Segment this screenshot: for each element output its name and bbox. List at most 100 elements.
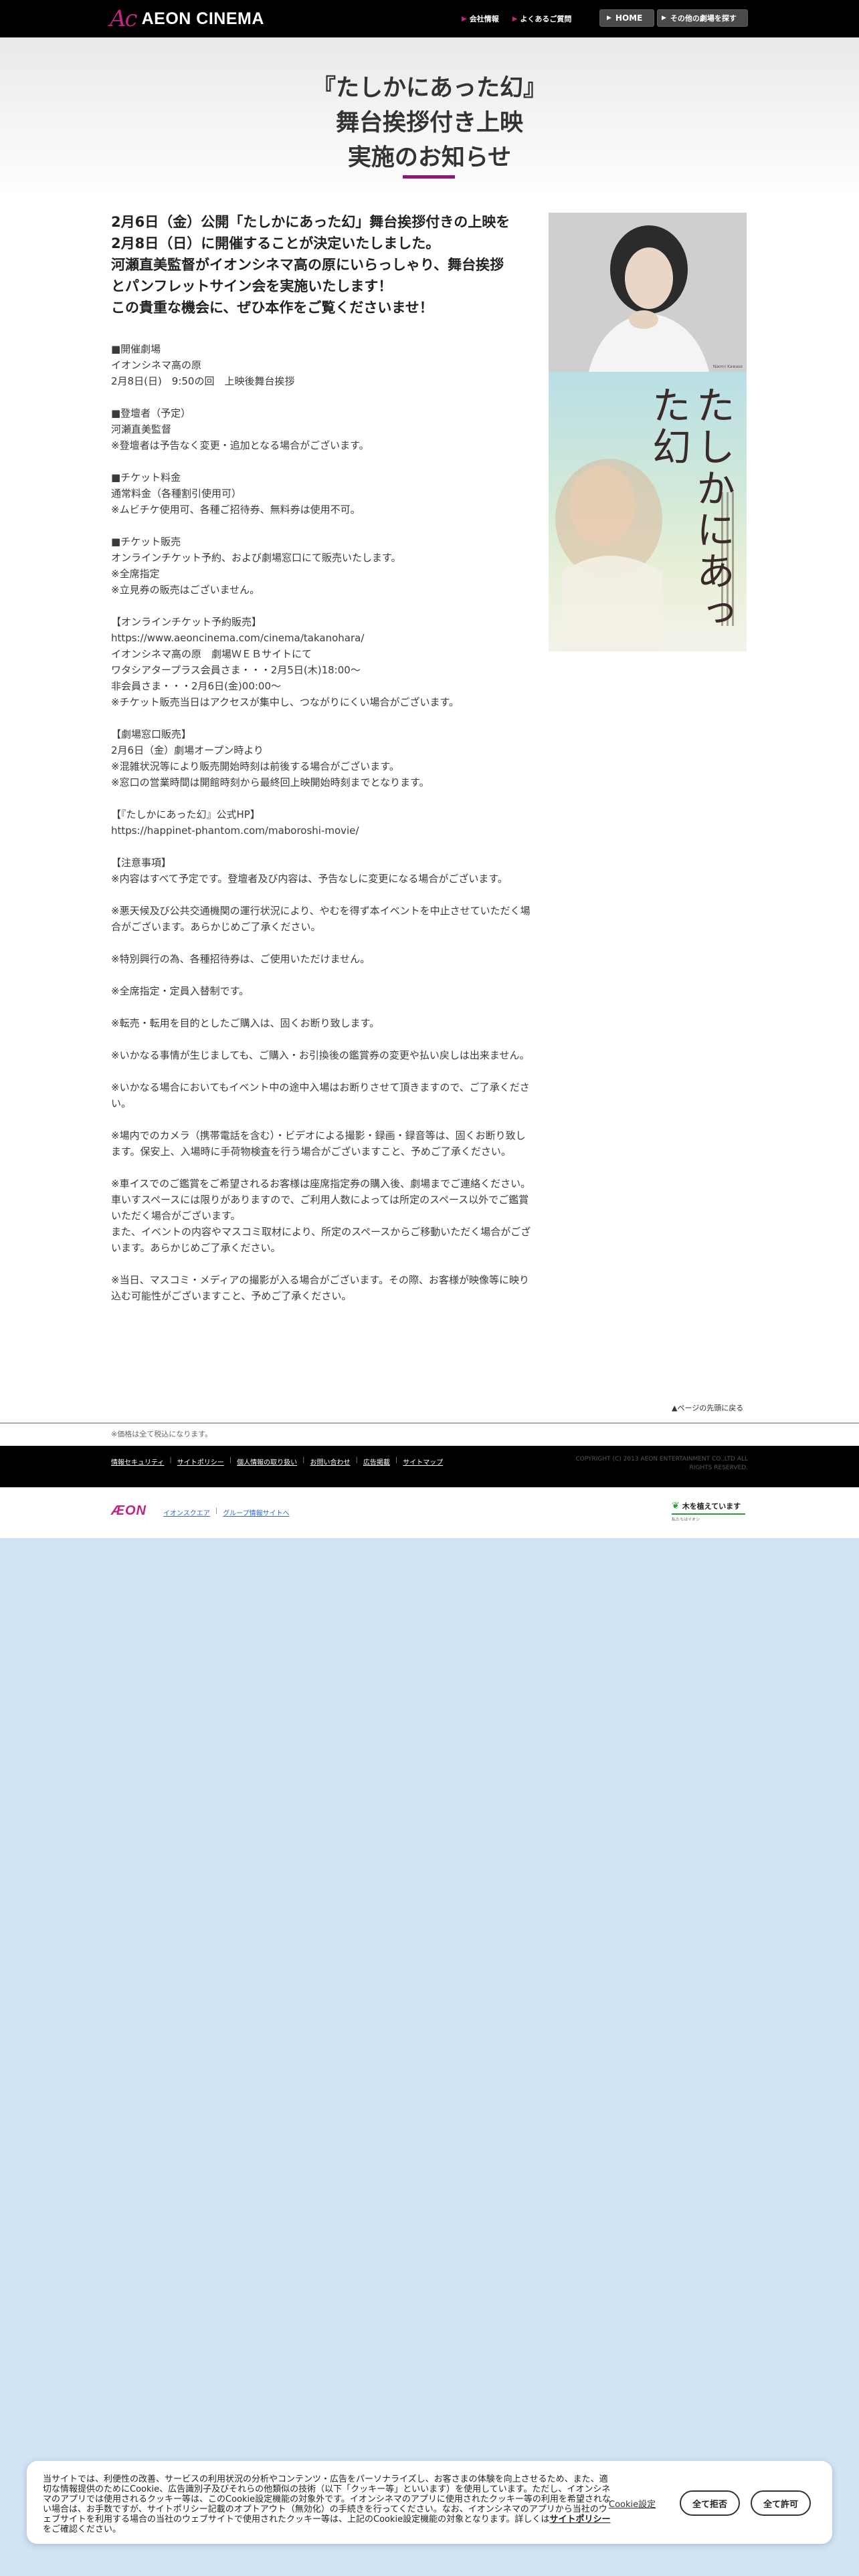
lead-text: 2月6日（金）公開「たしかにあった幻」舞台挨拶付きの上映を 2月8日（日）に開催… bbox=[111, 211, 533, 318]
detail-line: イオンシネマ高の原 bbox=[111, 359, 202, 371]
footer-link[interactable]: サイトポリシー bbox=[177, 1457, 224, 1467]
footer-link[interactable]: 情報セキュリティ bbox=[111, 1457, 164, 1467]
detail-line bbox=[111, 389, 533, 405]
poster-title: たしかにあった幻 bbox=[646, 385, 735, 634]
detail-line: オンラインチケット予約、および劇場窓口にて販売いたします。 bbox=[111, 552, 401, 564]
detail-line: ※窓口の営業時間は開館時刻から最終回上映開始時刻までとなります。 bbox=[111, 776, 430, 788]
badge-subtext: 私たちはイオン bbox=[672, 1517, 700, 1522]
back-to-top-link[interactable]: ▲ページの先頭に戻る bbox=[672, 1402, 743, 1413]
detail-line: 2月8日(日) 9:50の回 上映後舞台挨拶 bbox=[111, 375, 295, 387]
group-info-link[interactable]: グループ情報サイトへ bbox=[223, 1507, 289, 1517]
detail-line: 【オンラインチケット予約販売】 bbox=[111, 616, 262, 628]
detail-line: 2月6日（金）劇場オープン時より bbox=[111, 744, 264, 756]
cookie-message-end: をご確認ください。 bbox=[43, 2525, 122, 2535]
notice-item: ※悪天候及び公共交通機関の運行状況により、やむを得ず本イベントを中止させていただ… bbox=[111, 905, 531, 933]
notice-item: ※車イスでのご鑑賞をご希望されるお客様は座席指定券の購入後、劇場までご連絡くださ… bbox=[111, 1178, 531, 1254]
reject-all-button[interactable]: 全て拒否 bbox=[680, 2490, 740, 2516]
lead-line: この貴重な機会に、ぜひ本作をご覧くださいませ！ bbox=[111, 300, 434, 316]
aeon-cinema-logo[interactable]: Ac AEON CINEMA bbox=[110, 5, 264, 32]
cookie-settings-link[interactable]: Cookie設定 bbox=[609, 2497, 656, 2510]
play-icon: ▶ bbox=[607, 15, 611, 21]
detail-line bbox=[111, 790, 533, 807]
detail-line: ■登壇者（予定） bbox=[111, 407, 191, 419]
detail-line: 非会員さま・・・2月6日(金)00:00〜 bbox=[111, 680, 282, 692]
detail-line bbox=[111, 518, 533, 534]
cookie-text: 当サイトでは、利便性の改善、サービスの利用状況の分析やコンテンツ・広告をパーソナ… bbox=[43, 2474, 615, 2535]
detail-line[interactable]: https://www.aeoncinema.com/cinema/takano… bbox=[111, 630, 533, 646]
title-line: 実施のお知らせ bbox=[347, 144, 512, 171]
badge-underline bbox=[672, 1513, 745, 1515]
detail-line: ■チケット料金 bbox=[111, 471, 181, 484]
title-line: 『たしかにあった幻』 bbox=[312, 75, 547, 102]
detail-line: 【『たしかにあった幻』公式HP】 bbox=[111, 809, 260, 821]
separator: | bbox=[302, 1457, 305, 1464]
movie-poster: たしかにあった幻 bbox=[549, 372, 747, 651]
price-note: ※価格は全て税込になります。 bbox=[111, 1430, 213, 1438]
detail-line: ※ムビチケ使用可、各種ご招待券、無料券は使用不可。 bbox=[111, 504, 361, 516]
logo-mark: Ac bbox=[110, 5, 138, 32]
detail-line: 【注意事項】 bbox=[111, 857, 172, 869]
aeon-links: イオンスクエア | グループ情報サイトへ bbox=[163, 1507, 290, 1517]
triangle-icon: ▶ bbox=[462, 15, 467, 23]
notice-item: ※いかなる事情が生じましても、ご購入・お引換後の鑑賞券の変更や払い戻しは出来ませ… bbox=[111, 1049, 530, 1061]
divider bbox=[0, 1422, 859, 1424]
badge-text: 木を植えています bbox=[682, 1502, 741, 1511]
site-policy-link[interactable]: サイトポリシー bbox=[549, 2514, 610, 2525]
cookie-banner: 当サイトでは、利便性の改善、サービスの利用状況の分析やコンテンツ・広告をパーソナ… bbox=[27, 2461, 832, 2544]
separator: | bbox=[215, 1507, 218, 1515]
detail-line bbox=[111, 598, 533, 614]
footer-link[interactable]: サイトマップ bbox=[403, 1457, 443, 1467]
footer-link[interactable]: 広告掲載 bbox=[363, 1457, 390, 1467]
accept-all-button[interactable]: 全て許可 bbox=[751, 2490, 811, 2516]
lead-line: 2月8日（日）に開催することが決定いたしました。 bbox=[111, 235, 440, 251]
footer-link[interactable]: お問い合わせ bbox=[310, 1457, 351, 1467]
detail-line bbox=[111, 710, 533, 726]
footer-links: 情報セキュリティ | サイトポリシー | 個人情報の取り扱い | お問い合わせ | 広告… bbox=[111, 1457, 443, 1467]
tree-planting-badge[interactable]: ❦ 木を植えています 私たちはイオン bbox=[672, 1501, 748, 1523]
notice-item: ※場内でのカメラ（携帯電話を含む）・ビデオによる撮影・録画・録音等は、固くお断り… bbox=[111, 1130, 526, 1158]
company-info-label: 会社情報 bbox=[469, 15, 499, 23]
faq-link[interactable]: ▶ よくあるご質問 bbox=[512, 13, 572, 24]
notice-item: ※転売・転用を目的としたご購入は、固くお断り致します。 bbox=[111, 1017, 380, 1029]
detail-line: ■開催劇場 bbox=[111, 343, 161, 355]
leaf-icon: ❦ bbox=[672, 1501, 680, 1511]
home-button[interactable]: ▶ HOME bbox=[599, 9, 654, 27]
detail-line: ※登壇者は予告なく変更・追加となる場合がございます。 bbox=[111, 439, 369, 451]
separator: | bbox=[395, 1457, 398, 1464]
company-info-link[interactable]: ▶ 会社情報 bbox=[462, 13, 499, 24]
director-photo: Naomi Kawase bbox=[549, 213, 747, 372]
lead-line: 河瀬直美監督がイオンシネマ高の原にいらっしゃり、舞台挨拶 bbox=[111, 257, 504, 273]
other-theaters-button[interactable]: ▶ その他の劇場を探す bbox=[657, 9, 748, 27]
lead-line: とパンフレットサイン会を実施いたします！ bbox=[111, 278, 393, 294]
logo-text: AEON CINEMA bbox=[141, 9, 264, 28]
notice-item: ※内容はすべて予定です。登壇者及び内容は、予告なしに変更になる場合がございます。 bbox=[111, 873, 508, 885]
cookie-message: 当サイトでは、利便性の改善、サービスの利用状況の分析やコンテンツ・広告をパーソナ… bbox=[43, 2474, 611, 2525]
detail-line: ※チケット販売当日はアクセスが集中し、つながりにくい場合がございます。 bbox=[111, 696, 460, 708]
detail-line[interactable]: https://happinet-phantom.com/maboroshi-m… bbox=[111, 823, 533, 839]
footer-link[interactable]: 個人情報の取り扱い bbox=[237, 1457, 297, 1467]
top-links: ▶ 会社情報 ▶ よくあるご質問 bbox=[462, 13, 571, 24]
faq-label: よくあるご質問 bbox=[520, 15, 572, 23]
detail-line: 河瀬直美監督 bbox=[111, 423, 172, 435]
home-label: HOME bbox=[615, 13, 643, 23]
copyright: COPYRIGHT (C) 2013 AEON ENTERTAINMENT CO… bbox=[575, 1456, 748, 1471]
aeon-logo[interactable]: ÆON bbox=[111, 1503, 147, 1519]
notice-item: ※当日、マスコミ・メディアの撮影が入る場合がございます。その際、お客様が映像等に… bbox=[111, 1274, 530, 1302]
detail-line: ※全席指定 bbox=[111, 568, 160, 580]
notice-item: ※いかなる場合においてもイベント中の途中入場はお断りさせて頂きますので、ご了承く… bbox=[111, 1081, 530, 1109]
detail-line: ※混雑状況等により販売開始時刻は前後する場合がございます。 bbox=[111, 760, 399, 772]
other-theaters-label: その他の劇場を探す bbox=[670, 14, 737, 23]
notice-item: ※全席指定・定員入替制です。 bbox=[111, 985, 250, 997]
photo-caption: Naomi Kawase bbox=[712, 364, 743, 369]
aeon-square-link[interactable]: イオンスクエア bbox=[163, 1507, 210, 1517]
notice-item: ※特別興行の為、各種招待券は、ご使用いただけません。 bbox=[111, 953, 371, 965]
title-line: 舞台挨拶付き上映 bbox=[335, 110, 523, 136]
